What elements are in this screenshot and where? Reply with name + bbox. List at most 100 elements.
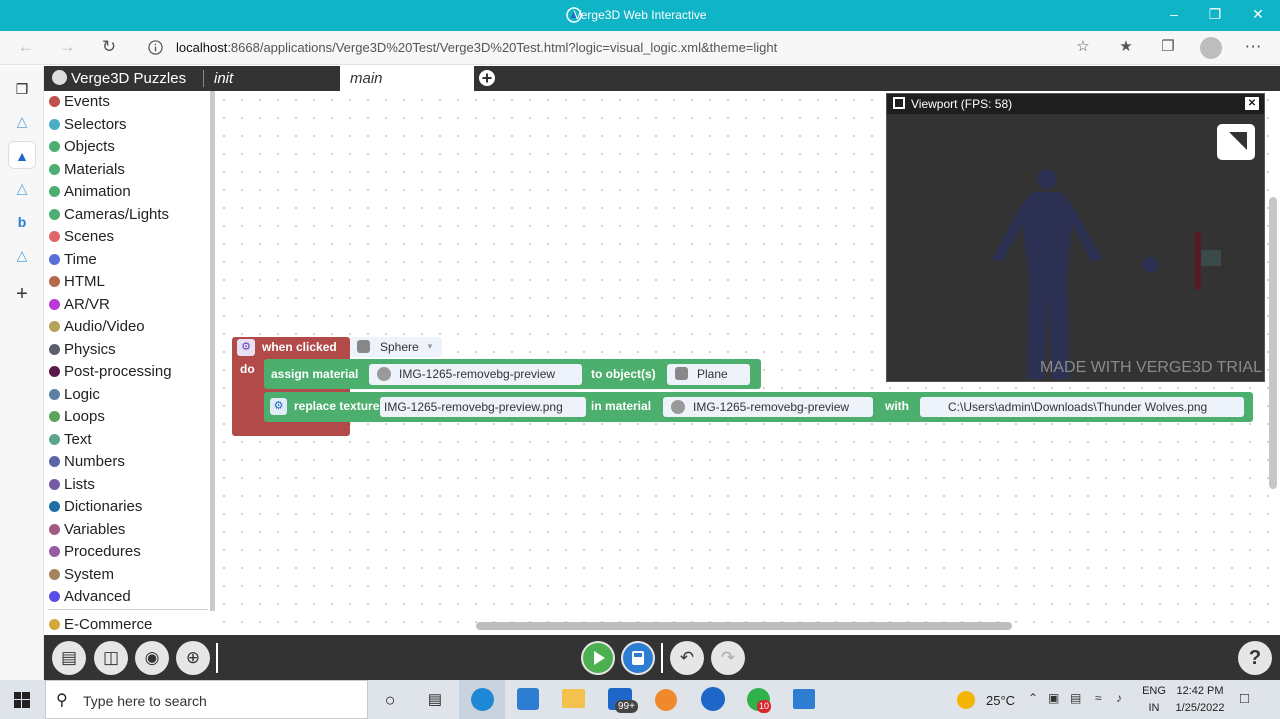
tray-meet-icon[interactable]: ▣ xyxy=(1048,691,1059,705)
replace-material-dropdown[interactable]: IMG-1265-removebg-preview xyxy=(663,397,873,417)
category-label: Text xyxy=(64,430,92,448)
toolbox-category[interactable]: Materials xyxy=(49,161,125,183)
tab-actions-icon[interactable]: ❐ xyxy=(8,75,36,103)
forward-icon[interactable]: → xyxy=(55,37,79,59)
texture-dropdown[interactable]: IMG-1265-removebg-preview.png xyxy=(380,397,586,417)
category-label: Procedures xyxy=(64,543,141,560)
category-label: Cameras/Lights xyxy=(64,205,170,223)
tab-verge3d-3-icon[interactable]: △ xyxy=(8,174,36,202)
address-bar[interactable]: localhost:8668/applications/Verge3D%20Te… xyxy=(176,40,777,55)
window-titlebar: Verge3D Web Interactive – ❐ ✕ xyxy=(0,0,1280,31)
close-window-button[interactable]: ✕ xyxy=(1248,6,1268,26)
viewport-close-icon[interactable]: ✕ xyxy=(1245,97,1259,110)
toolbox-category[interactable]: Objects xyxy=(49,138,115,160)
clock-time[interactable]: 12:42 PM xyxy=(1170,685,1230,697)
back-icon[interactable]: ← xyxy=(14,37,38,59)
tab-verge3d-active-icon[interactable]: ▲ xyxy=(8,141,36,169)
toolbox-category[interactable]: Selectors xyxy=(49,116,127,138)
maximize-button[interactable]: ❐ xyxy=(1205,6,1225,26)
cortana-icon[interactable]: ○ xyxy=(378,688,402,712)
info-icon[interactable] xyxy=(148,40,163,55)
save-button[interactable] xyxy=(621,641,655,675)
tab-bing-icon[interactable]: b xyxy=(8,208,36,236)
toolbox-category[interactable]: Advanced xyxy=(49,588,131,610)
screenshot-button[interactable]: ◉ xyxy=(135,641,169,675)
puzzles-tabbar: Verge3D Puzzles init main xyxy=(44,66,1280,91)
more-menu-icon[interactable]: ⋯ xyxy=(1241,37,1265,59)
clock-date[interactable]: 1/25/2022 xyxy=(1170,702,1230,714)
toolbox-category[interactable]: System xyxy=(49,566,114,588)
run-button[interactable] xyxy=(581,641,615,675)
replace-settings-icon[interactable]: ⚙ xyxy=(270,398,287,415)
windows-start-icon[interactable] xyxy=(14,692,30,708)
toolbox-category[interactable]: Logic xyxy=(49,386,100,408)
wifi-icon[interactable]: ≈ xyxy=(1095,691,1102,705)
tab-init[interactable]: init xyxy=(204,66,340,91)
volume-icon[interactable]: ♪ xyxy=(1116,691,1122,705)
verge3d-taskbar-icon[interactable] xyxy=(701,687,725,711)
tab-main[interactable]: main xyxy=(340,66,474,91)
toolbox-category[interactable]: Audio/Video xyxy=(49,318,145,340)
fullscreen-icon[interactable] xyxy=(1217,124,1255,160)
search-icon: ⚲ xyxy=(56,692,68,709)
tab-verge3d-1-icon[interactable]: △ xyxy=(8,107,36,135)
tab-verge3d-4-icon[interactable]: △ xyxy=(8,241,36,269)
toolbox-category[interactable]: Post-processing xyxy=(49,363,172,385)
task-view-icon[interactable]: ▤ xyxy=(423,688,447,712)
refresh-icon[interactable]: ↻ xyxy=(97,37,121,59)
toolbox-category[interactable]: Text xyxy=(49,431,92,453)
toolbox-category[interactable]: HTML xyxy=(49,273,105,295)
undo-button[interactable]: ↶ xyxy=(670,641,704,675)
workspace-horizontal-scrollbar[interactable] xyxy=(476,622,1012,630)
files-button[interactable]: ◫ xyxy=(94,641,128,675)
tray-network-icon[interactable]: ▤ xyxy=(1070,691,1081,705)
category-label: Numbers xyxy=(64,453,125,470)
file-explorer-icon[interactable] xyxy=(562,689,585,708)
redo-button[interactable]: ↷ xyxy=(711,641,745,675)
tray-chevron-icon[interactable]: ⌃ xyxy=(1028,691,1038,705)
category-label: Advanced xyxy=(64,588,131,605)
profile-avatar[interactable] xyxy=(1200,37,1222,59)
category-label: Post-processing xyxy=(64,363,172,380)
photos-icon[interactable] xyxy=(793,689,815,709)
toolbox-category[interactable]: Time xyxy=(49,251,97,273)
toolbox-category[interactable]: Animation xyxy=(49,183,131,205)
toolbox-category[interactable]: Scenes xyxy=(49,228,114,250)
toolbox-category[interactable]: Cameras/Lights xyxy=(49,206,169,228)
assign-material-dropdown[interactable]: IMG-1265-removebg-preview xyxy=(369,364,582,385)
blender-icon[interactable] xyxy=(655,689,677,711)
notifications-icon[interactable]: □ xyxy=(1240,690,1249,707)
settings-gear-icon[interactable]: ⚙ xyxy=(237,339,255,356)
weather-sun-icon[interactable] xyxy=(957,691,975,709)
add-tab-icon[interactable] xyxy=(479,70,495,86)
store-icon[interactable] xyxy=(517,688,539,710)
viewport-panel[interactable]: Viewport (FPS: 58) ✕ MADE WITH VERGE3D T… xyxy=(886,93,1265,382)
lang-eng[interactable]: ENG xyxy=(1142,685,1166,697)
collections-icon[interactable]: ❐ xyxy=(1156,37,1180,59)
favorites-icon[interactable]: ★ xyxy=(1114,37,1138,59)
toolbox-category[interactable]: Dictionaries xyxy=(49,498,142,520)
lang-in[interactable]: IN xyxy=(1142,702,1166,714)
toolbox-category[interactable]: Numbers xyxy=(49,453,125,475)
toolbox-category[interactable]: Lists xyxy=(49,476,95,498)
category-label: Audio/Video xyxy=(64,318,145,335)
toolbox-category[interactable]: Loops xyxy=(49,408,105,430)
toolbox-category[interactable]: Variables xyxy=(49,521,125,543)
weather-temp[interactable]: 25°C xyxy=(986,693,1015,708)
taskbar-search[interactable]: ⚲ Type here to search xyxy=(45,680,368,719)
texture-path-text[interactable]: C:\Users\admin\Downloads\Thunder Wolves.… xyxy=(920,397,1244,417)
assign-material-label: assign material xyxy=(271,367,359,381)
toolbox-category[interactable]: Events xyxy=(49,93,110,115)
toolbox-category[interactable]: Procedures xyxy=(49,543,141,565)
library-button[interactable]: ▤ xyxy=(52,641,86,675)
help-button[interactable]: ? xyxy=(1238,641,1272,675)
viewport-pause-icon[interactable] xyxy=(893,97,905,109)
toolbox-category[interactable]: Physics xyxy=(49,341,116,363)
page-vertical-scrollbar[interactable] xyxy=(1269,197,1277,489)
toolbox-category[interactable]: AR/VR xyxy=(49,296,110,318)
new-tab-icon[interactable]: + xyxy=(8,280,36,308)
add-favorite-icon[interactable]: ☆ xyxy=(1071,37,1095,59)
center-view-button[interactable]: ⊕ xyxy=(176,641,210,675)
minimize-button[interactable]: – xyxy=(1164,6,1184,26)
help-icon: ? xyxy=(1248,647,1262,669)
